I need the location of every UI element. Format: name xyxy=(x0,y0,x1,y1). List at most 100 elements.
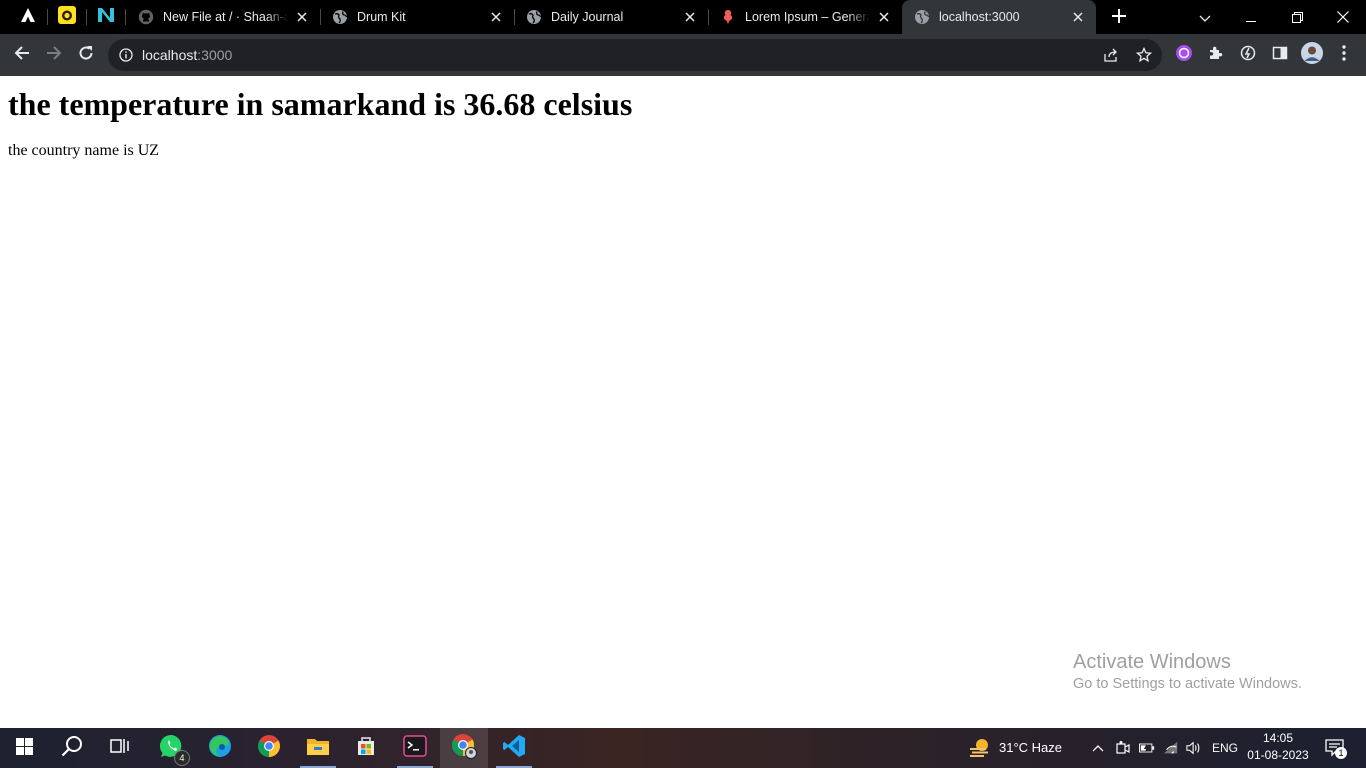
taskbar-edge[interactable] xyxy=(196,728,244,768)
weather-haze-icon[interactable] xyxy=(968,737,992,759)
chrome-profile-icon xyxy=(451,733,477,763)
extension-purple-icon xyxy=(1175,44,1193,66)
url-host: localhost xyxy=(142,47,198,63)
clock[interactable]: 14:05 01-08-2023 xyxy=(1244,731,1312,765)
arrow-right-icon xyxy=(46,45,62,65)
share-icon[interactable] xyxy=(1099,43,1123,67)
close-tab-icon[interactable] xyxy=(682,9,698,25)
taskbar-microsoft-store[interactable] xyxy=(342,728,390,768)
taskbar-terminal[interactable] xyxy=(391,728,439,768)
meet-now-icon[interactable] xyxy=(1115,740,1131,756)
reload-icon xyxy=(78,45,94,65)
url-text[interactable]: localhost:3000 xyxy=(142,47,232,63)
edge-icon xyxy=(208,734,232,762)
chrome-icon xyxy=(257,734,281,762)
site-info-icon[interactable] xyxy=(118,47,134,63)
extensions-button[interactable] xyxy=(1200,39,1232,71)
close-tab-icon[interactable] xyxy=(294,9,310,25)
minimize-icon xyxy=(1246,8,1256,27)
tab-title: localhost:3000 xyxy=(939,10,1020,24)
kebab-menu-icon xyxy=(1342,45,1346,65)
tab-daily-journal[interactable]: Daily Journal xyxy=(514,0,708,34)
taskbar-file-explorer[interactable] xyxy=(294,728,342,768)
whatsapp-badge: 4 xyxy=(174,750,190,766)
restore-button[interactable] xyxy=(1274,0,1320,34)
language-indicator[interactable]: ENG xyxy=(1212,741,1238,755)
pinned-tab-1[interactable] xyxy=(9,0,47,34)
microsoft-store-icon xyxy=(355,735,377,761)
page-content: the temperature in samarkand is 36.68 ce… xyxy=(0,76,1366,728)
tab-localhost[interactable]: localhost:3000 xyxy=(902,0,1096,34)
extension-button[interactable] xyxy=(1168,39,1200,71)
pinned-tab-2[interactable] xyxy=(48,0,86,34)
terminal-icon xyxy=(403,735,427,761)
close-icon xyxy=(1337,8,1349,27)
avatar xyxy=(1301,42,1323,68)
side-panel-button[interactable] xyxy=(1264,39,1296,71)
minimize-button[interactable] xyxy=(1228,0,1274,34)
tab-title: Daily Journal xyxy=(551,10,624,24)
windows-start-icon xyxy=(15,737,33,759)
clock-date: 01-08-2023 xyxy=(1247,748,1309,762)
n-logo-icon xyxy=(97,7,115,27)
notification-center-icon[interactable]: 1 xyxy=(1325,738,1347,759)
tab-search-button[interactable] xyxy=(1182,0,1228,34)
side-panel-icon xyxy=(1272,45,1288,65)
wifi-icon[interactable] xyxy=(1163,740,1179,756)
arrow-left-icon xyxy=(14,45,30,65)
taskbar-chrome[interactable] xyxy=(245,728,293,768)
taskbar-whatsapp[interactable]: 4 xyxy=(148,728,196,768)
github-icon xyxy=(138,9,154,25)
clock-time: 14:05 xyxy=(1262,731,1294,745)
browser-toolbar: localhost:3000 xyxy=(0,34,1366,76)
search-button[interactable] xyxy=(48,728,96,768)
activate-windows-watermark: Activate Windows Go to Settings to activ… xyxy=(1073,650,1302,694)
chevron-down-icon xyxy=(1199,8,1211,27)
forward-button[interactable] xyxy=(38,39,70,71)
tab-github-new-file[interactable]: New File at / · Shaan-akh xyxy=(126,0,320,34)
globe-icon xyxy=(526,9,542,25)
close-tab-icon[interactable] xyxy=(1070,9,1086,25)
tab-title: Lorem Ipsum – Generato xyxy=(745,10,870,24)
tab-title: Drum Kit xyxy=(357,10,406,24)
back-button[interactable] xyxy=(6,39,38,71)
taskbar-chrome-profile[interactable] xyxy=(440,728,488,768)
speedometer-icon xyxy=(1240,45,1256,65)
pinned-tab-3[interactable] xyxy=(87,0,125,34)
watermark-subtitle: Go to Settings to activate Windows. xyxy=(1073,676,1302,692)
reload-button[interactable] xyxy=(70,39,102,71)
bookmark-star-icon[interactable] xyxy=(1132,43,1156,67)
tab-title: New File at / · Shaan-akh xyxy=(163,10,288,24)
plus-icon xyxy=(1112,8,1126,27)
close-tab-icon[interactable] xyxy=(876,9,892,25)
tab-lorem-ipsum[interactable]: Lorem Ipsum – Generato xyxy=(708,0,902,34)
file-explorer-icon xyxy=(306,736,330,760)
notification-badge: 1 xyxy=(1335,747,1347,759)
lorem-ipsum-icon xyxy=(720,9,736,25)
close-window-button[interactable] xyxy=(1320,0,1366,34)
performance-button[interactable] xyxy=(1232,39,1264,71)
volume-icon[interactable] xyxy=(1186,740,1202,756)
restore-icon xyxy=(1291,8,1303,27)
url-port: :3000 xyxy=(197,47,233,63)
task-view-button[interactable] xyxy=(96,728,144,768)
chrome-menu-button[interactable] xyxy=(1328,39,1360,71)
address-bar[interactable]: localhost:3000 xyxy=(108,39,1162,71)
battery-icon[interactable] xyxy=(1139,740,1155,756)
taskbar-vscode[interactable] xyxy=(490,728,538,768)
chevron-up-icon[interactable] xyxy=(1090,740,1106,756)
windows-taskbar: 4 31°C Haze ENG 14:05 01-08-2023 1 xyxy=(0,728,1366,768)
arch-icon xyxy=(20,7,36,27)
weather-text[interactable]: 31°C Haze xyxy=(999,740,1062,755)
mailchimp-icon xyxy=(58,6,76,28)
tab-strip: New File at / · Shaan-akh Drum Kit Daily… xyxy=(0,0,1366,34)
puzzle-icon xyxy=(1208,45,1224,65)
globe-icon xyxy=(332,9,348,25)
start-button[interactable] xyxy=(0,728,48,768)
tab-drum-kit[interactable]: Drum Kit xyxy=(320,0,514,34)
profile-button[interactable] xyxy=(1296,39,1328,71)
new-tab-button[interactable] xyxy=(1108,6,1130,28)
search-icon xyxy=(61,735,83,761)
close-tab-icon[interactable] xyxy=(488,9,504,25)
task-view-icon xyxy=(110,737,130,759)
